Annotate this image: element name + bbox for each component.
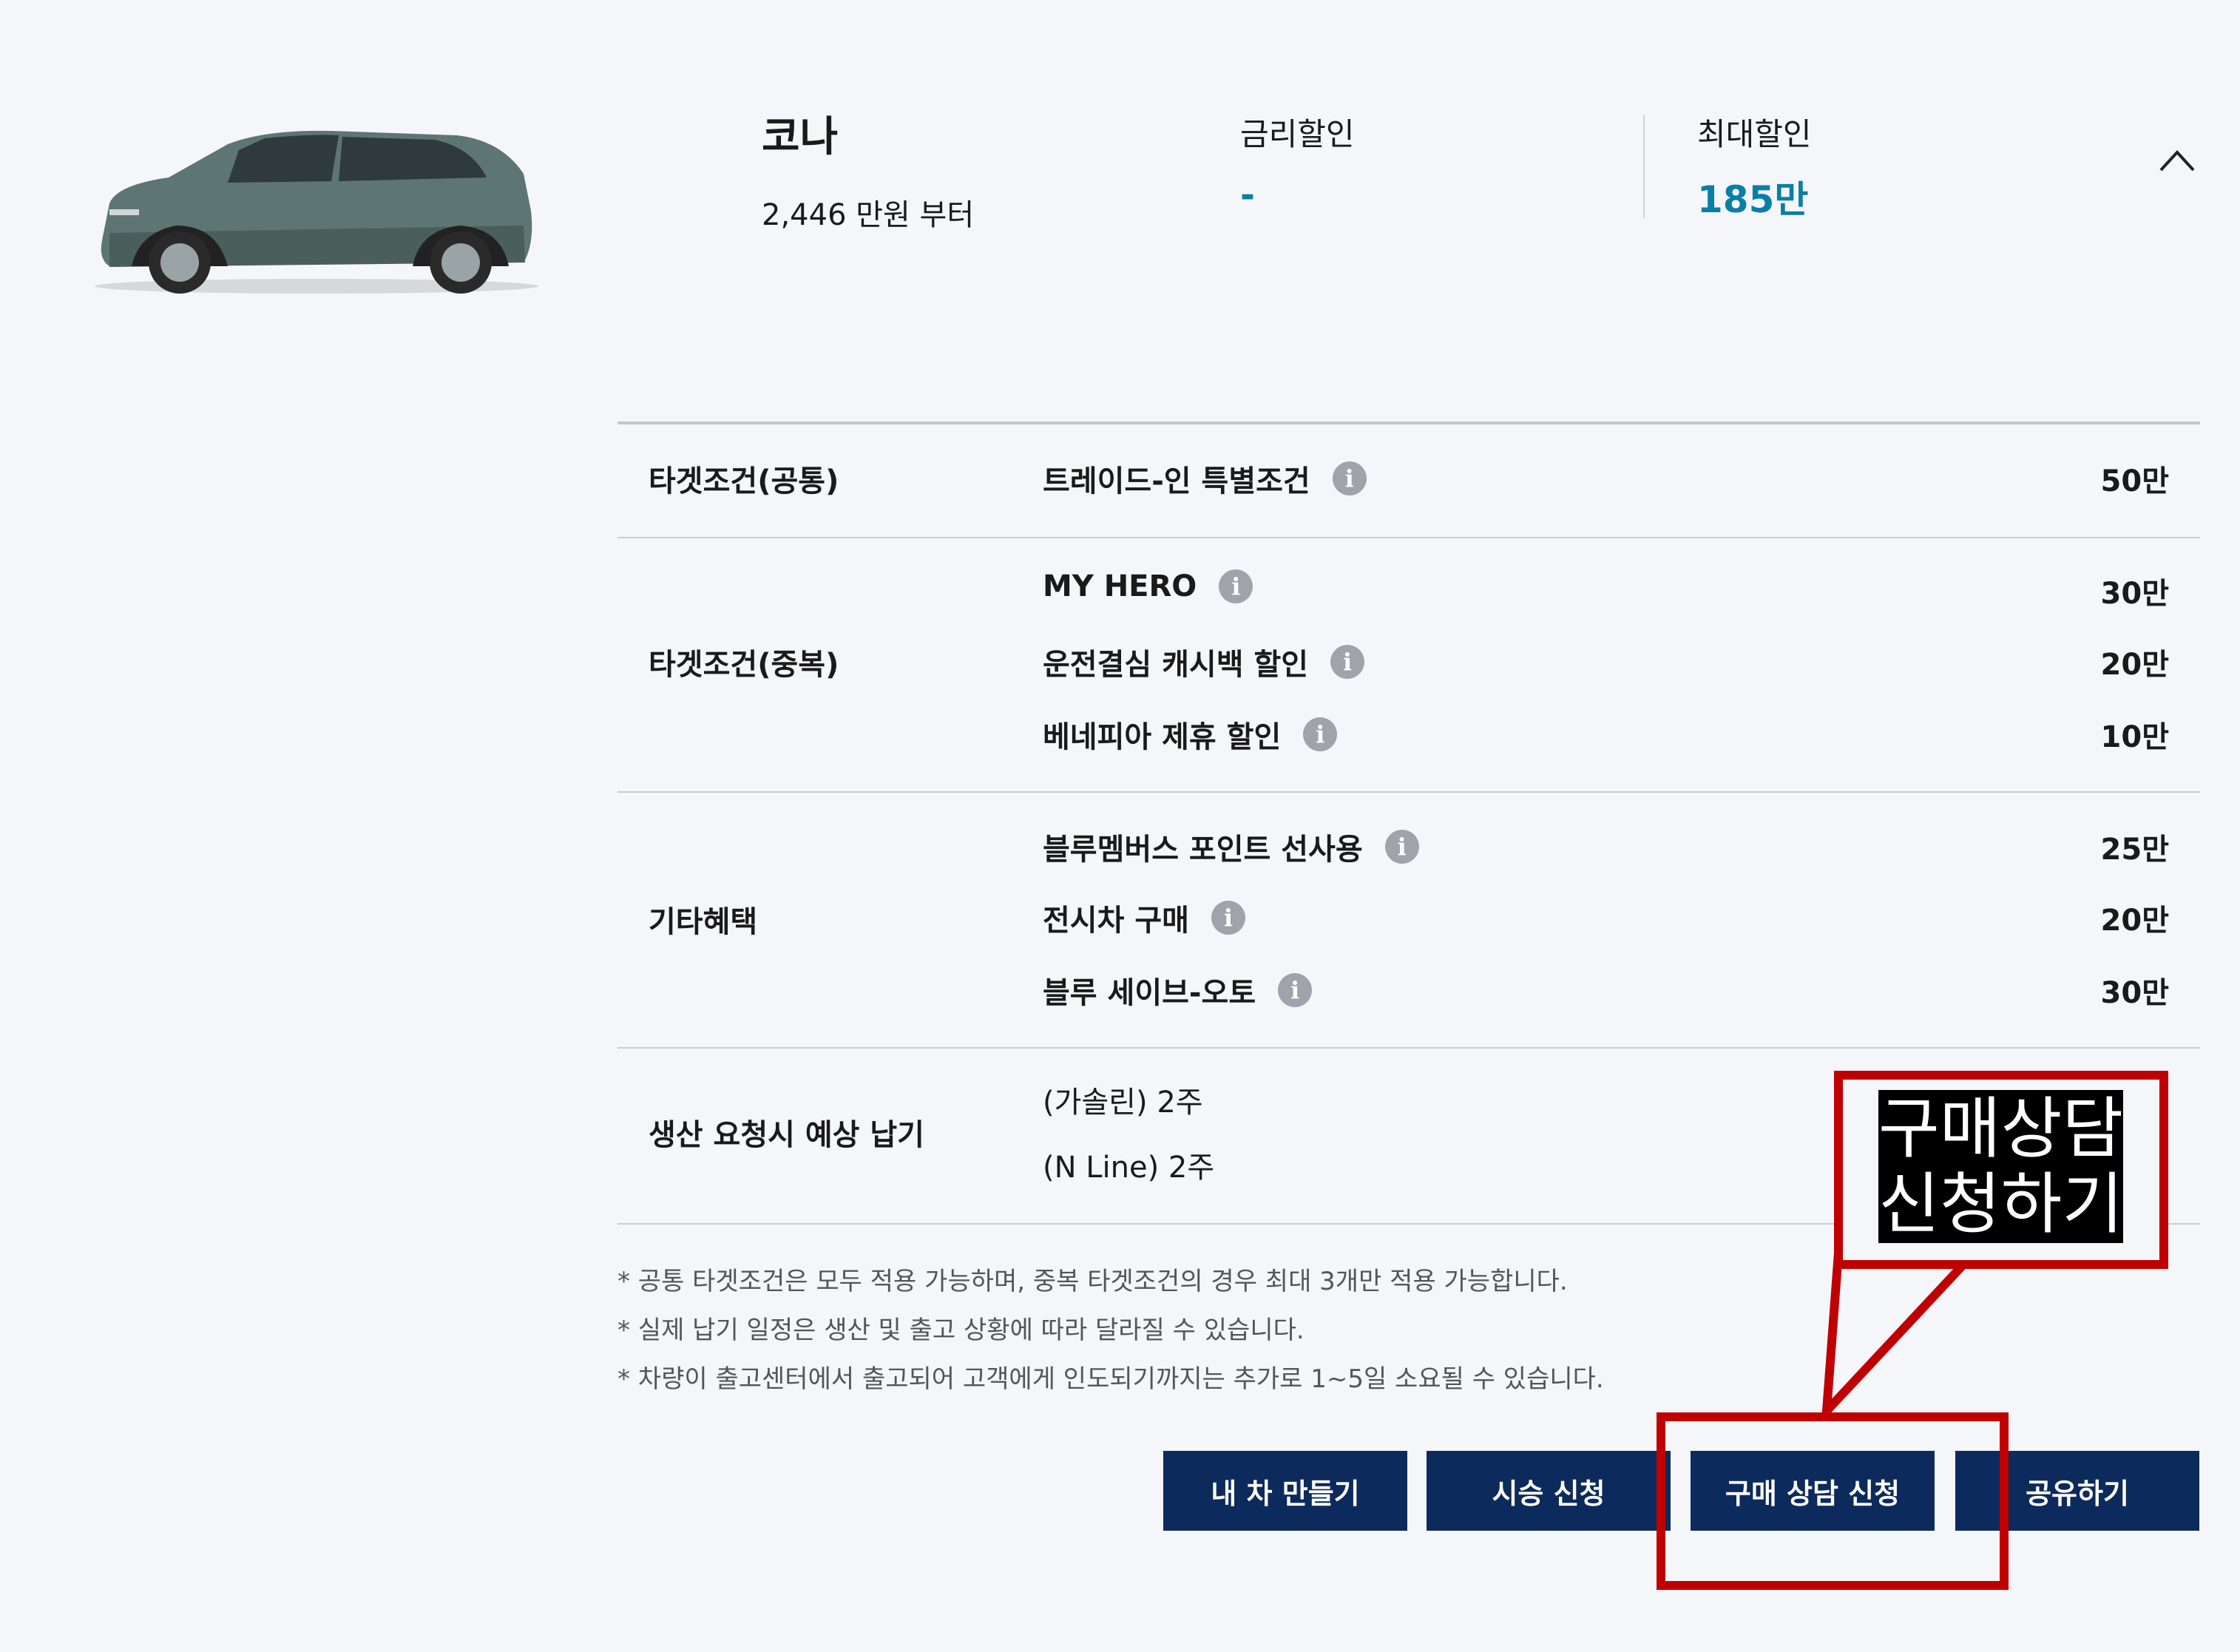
model-price: 2,446 만원 부터 [762, 198, 975, 232]
category-delivery: 생산 요청시 예상 납기 [649, 1118, 924, 1152]
info-icon[interactable]: i [1384, 830, 1419, 864]
row-divider [617, 791, 2200, 793]
item-label: 블루 세이브-오토 [1043, 976, 1256, 1010]
info-icon[interactable]: i [1278, 973, 1313, 1007]
table-row: 운전결심 캐시백 할인 i [1043, 640, 1365, 683]
max-discount-value: 185만 [1697, 178, 1809, 221]
car-image [95, 130, 538, 294]
note-line: * 실제 납기 일정은 생산 및 출고 상황에 따라 달라질 수 있습니다. [617, 1316, 1305, 1345]
model-name: 코나 [762, 113, 839, 161]
item-label: 운전결심 캐시백 할인 [1043, 648, 1309, 682]
rate-discount-label: 금리할인 [1240, 116, 1355, 152]
category-dup: 타겟조건(중복) [649, 648, 839, 682]
row-divider [617, 1047, 2200, 1049]
note-line: * 공통 타겟조건은 모두 적용 가능하며, 중복 타겟조건의 경우 최대 3개… [617, 1267, 1568, 1296]
callout-line: 신청하기 [1878, 1165, 2124, 1243]
table-row: 베네피아 제휴 할인 i [1043, 713, 1338, 756]
row-divider [617, 537, 2200, 538]
item-label: 베네피아 제휴 할인 [1043, 720, 1282, 754]
notes: * 공통 타겟조건은 모두 적용 가능하며, 중복 타겟조건의 경우 최대 3개… [617, 1257, 1604, 1404]
category-etc: 기타혜택 [649, 905, 758, 939]
delivery-line: (N Line) 2주 [1043, 1151, 1215, 1185]
info-icon[interactable]: i [1332, 461, 1367, 495]
item-label: 트레이드-인 특별조건 [1043, 464, 1310, 498]
table-top-border [617, 422, 2200, 424]
info-icon[interactable]: i [1219, 569, 1253, 603]
info-icon[interactable]: i [1211, 901, 1245, 935]
callout-text: 구매상담 신청하기 [1878, 1090, 2124, 1243]
item-amount: 30만 [2100, 577, 2169, 611]
table-row: 블루 세이브-오토 i [1043, 969, 1313, 1012]
divider [1643, 115, 1645, 218]
callout-pointer [1821, 1250, 1978, 1420]
item-label: MY HERO [1043, 569, 1197, 603]
chevron-up-icon[interactable] [2158, 148, 2196, 173]
highlight-box [1657, 1412, 2009, 1590]
rate-discount-value: - [1240, 175, 1255, 216]
table-row: 전시차 구매 i [1043, 896, 1245, 939]
note-line: * 차량이 출고센터에서 출고되어 고객에게 인도되기까지는 추가로 1~5일 … [617, 1364, 1604, 1394]
item-amount: 20만 [2100, 904, 2169, 938]
category-common: 타겟조건(공통) [649, 464, 839, 498]
table-row: 블루멤버스 포인트 선사용 i [1043, 825, 1419, 868]
info-icon[interactable]: i [1330, 645, 1365, 679]
build-car-button[interactable]: 내 차 만들기 [1163, 1451, 1407, 1531]
table-row: MY HERO i [1043, 569, 1253, 603]
item-amount: 50만 [2100, 464, 2169, 498]
test-drive-button[interactable]: 시승 신청 [1427, 1451, 1671, 1531]
callout-line: 구매상담 [1878, 1090, 2124, 1168]
item-amount: 20만 [2100, 648, 2169, 682]
max-discount-label: 최대할인 [1697, 116, 1812, 152]
item-label: 블루멤버스 포인트 선사용 [1043, 833, 1363, 867]
item-amount: 25만 [2100, 833, 2169, 867]
item-label: 전시차 구매 [1043, 904, 1189, 938]
info-icon[interactable]: i [1303, 717, 1338, 751]
delivery-line: (가솔린) 2주 [1043, 1086, 1203, 1120]
table-row: 트레이드-인 특별조건 i [1043, 457, 1367, 500]
item-amount: 30만 [2100, 976, 2169, 1010]
item-amount: 10만 [2100, 720, 2169, 754]
